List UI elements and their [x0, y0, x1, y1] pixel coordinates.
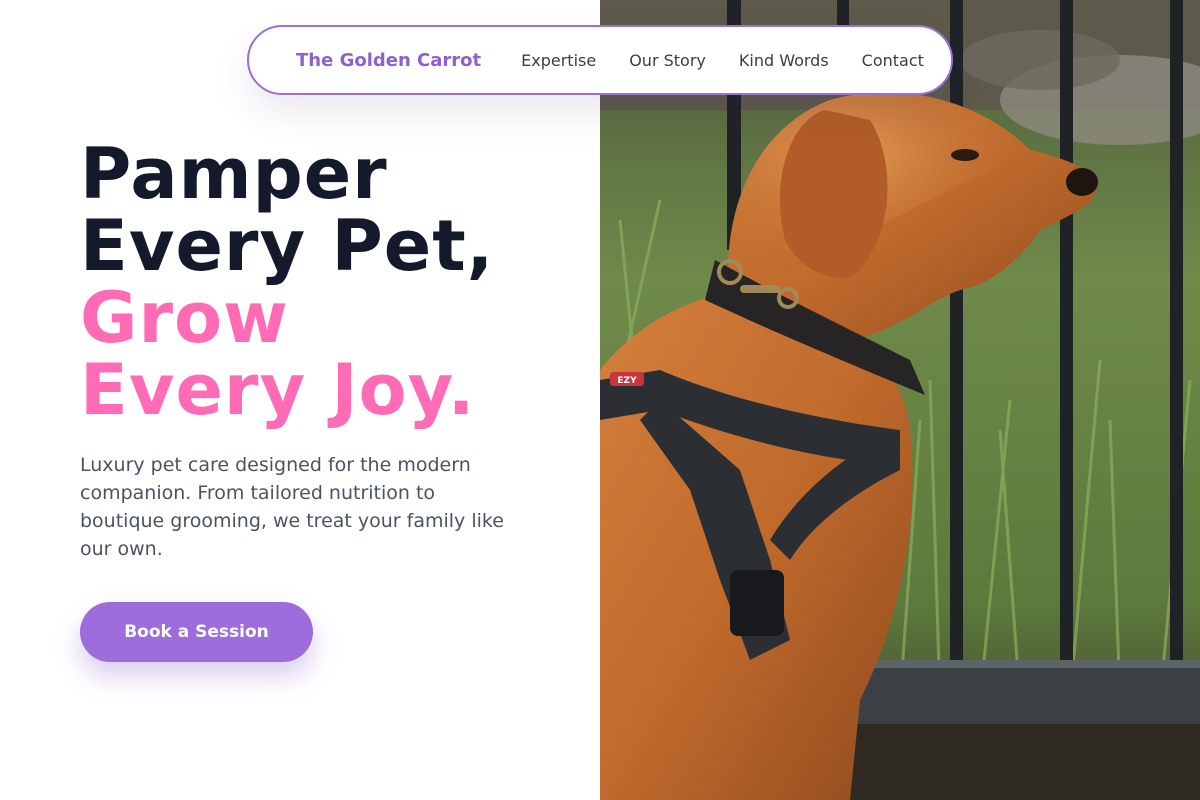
harness-tag-text: EZY [617, 376, 637, 386]
hero-subtitle: Luxury pet care designed for the modern … [80, 454, 504, 560]
nav-link-kind-words[interactable]: Kind Words [739, 51, 829, 70]
headline-line-4: Every Joy. [80, 349, 476, 431]
nav-link-our-story[interactable]: Our Story [629, 51, 706, 70]
hero-photo: EZY [600, 0, 1200, 800]
nav-link-contact[interactable]: Contact [862, 51, 924, 70]
headline-line-2: Every Pet, [80, 205, 495, 287]
brand-logo-link[interactable]: The Golden Carrot [296, 50, 481, 71]
hero-headline: Pamper Every Pet, Grow Every Joy. [80, 138, 494, 426]
nav-links: Expertise Our Story Kind Words Contact [521, 51, 924, 70]
headline-line-3: Grow [80, 277, 289, 359]
top-navigation: The Golden Carrot Expertise Our Story Ki… [247, 25, 953, 95]
dog-photo-illustration: EZY [600, 0, 1200, 800]
book-session-button[interactable]: Book a Session [80, 602, 313, 662]
headline-line-1: Pamper [80, 133, 388, 215]
nav-link-expertise[interactable]: Expertise [521, 51, 596, 70]
